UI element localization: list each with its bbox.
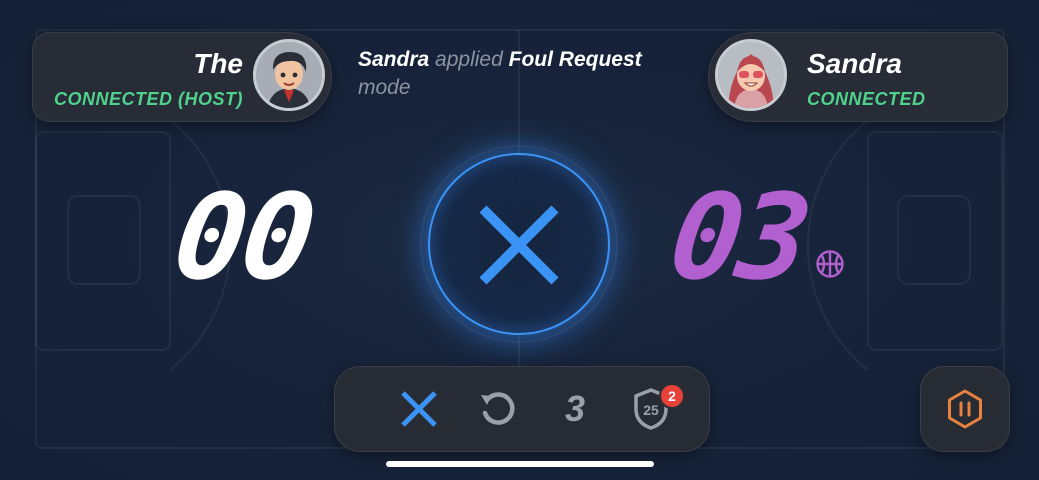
undo-button[interactable] xyxy=(475,387,519,431)
player-status-right: CONNECTED xyxy=(807,89,926,109)
player-name-left: The xyxy=(193,48,243,79)
notification-badge: 2 xyxy=(659,383,685,409)
message-actor: Sandra xyxy=(358,48,430,71)
player-panel-left: The CONNECTED (HOST) xyxy=(32,32,332,122)
undo-icon xyxy=(481,392,515,425)
message-verb: applied xyxy=(435,48,503,71)
shield-number: 25 xyxy=(643,402,659,418)
bottom-toolbar: 3 25 2 xyxy=(334,366,710,452)
message-action: Foul Request xyxy=(508,48,642,71)
action-message: Sandra applied Foul Request mode xyxy=(358,46,688,102)
score-right: 03 xyxy=(662,168,816,306)
player-name-right: Sandra xyxy=(807,48,902,79)
close-icon xyxy=(479,205,559,285)
girl-avatar-icon[interactable] xyxy=(715,39,787,111)
player-panel-right: Sandra CONNECTED xyxy=(708,32,1008,122)
score-left: 00 xyxy=(166,168,320,306)
basketball-icon xyxy=(816,250,844,278)
message-suffix: mode xyxy=(358,76,411,99)
pause-button[interactable] xyxy=(920,366,1010,452)
pause-icon xyxy=(948,389,982,429)
home-indicator[interactable] xyxy=(386,461,654,467)
count-button[interactable]: 3 xyxy=(553,387,597,431)
cancel-button[interactable] xyxy=(397,387,441,431)
close-icon xyxy=(401,391,437,427)
boy-avatar-icon[interactable] xyxy=(253,39,325,111)
player-status-left: CONNECTED (HOST) xyxy=(54,89,243,109)
